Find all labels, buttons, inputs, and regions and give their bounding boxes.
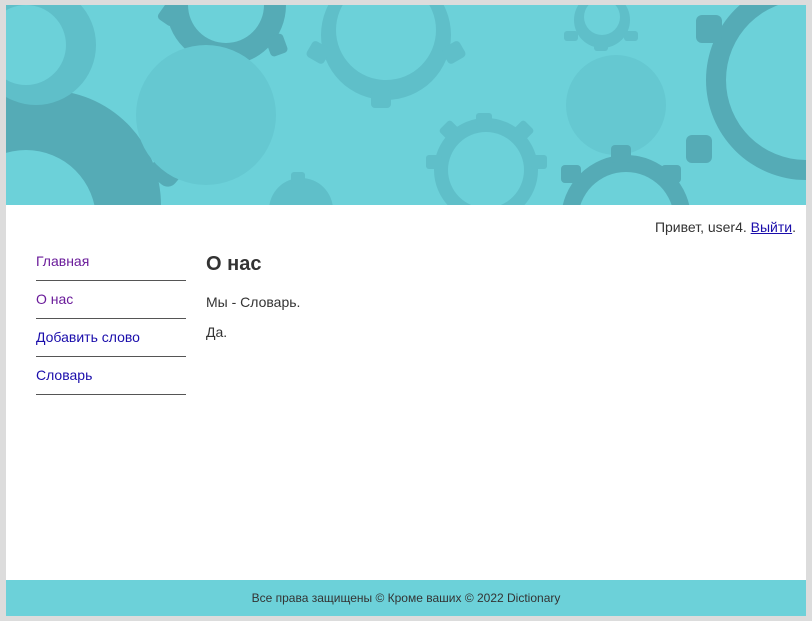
gears-illustration xyxy=(6,5,806,205)
sidebar-item-dictionary[interactable]: Словарь xyxy=(36,357,186,395)
page-footer: Все права защищены © Кроме ваших © 2022 … xyxy=(6,580,806,616)
sidebar-item-about[interactable]: О нас xyxy=(36,281,186,319)
page-frame: Привет, user4. Выйти. Главная О нас Доба… xyxy=(6,5,806,616)
sidebar-item-home[interactable]: Главная xyxy=(36,243,186,281)
sidebar-nav: Главная О нас Добавить слово Словарь xyxy=(36,243,186,395)
header-banner xyxy=(6,5,806,205)
user-greeting: Привет, user4. Выйти. xyxy=(655,219,796,235)
content-paragraph: Да. xyxy=(206,324,228,340)
greeting-trailing: . xyxy=(792,219,796,235)
content-paragraph: Мы - Словарь. xyxy=(206,294,301,310)
footer-copyright: Все права защищены © Кроме ваших © 2022 … xyxy=(251,591,561,605)
page-title: О нас xyxy=(206,253,262,275)
main-content: О нас Мы - Словарь. Да. xyxy=(206,253,786,354)
logout-link[interactable]: Выйти xyxy=(751,219,792,235)
greeting-text: Привет, user4. xyxy=(654,219,747,235)
sidebar-item-add-word[interactable]: Добавить слово xyxy=(36,319,186,357)
